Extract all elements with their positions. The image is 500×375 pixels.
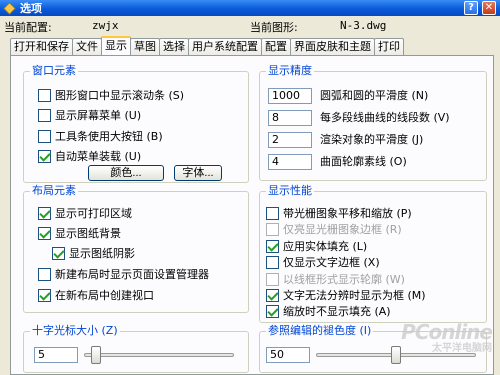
scrollbars-label: 图形窗口中显示滚动条 (S): [55, 89, 185, 102]
profile-row: 当前配置: zwjx 当前图形: N-3.dwg: [0, 19, 500, 34]
current-drawing-value: N-3.dwg: [340, 19, 387, 32]
hide-fill-on-zoom-label: 缩放时不显示填充 (A): [283, 305, 391, 318]
polyline-segments-field[interactable]: 8: [268, 110, 312, 126]
raster-pan-zoom-checkbox[interactable]: [266, 206, 279, 220]
current-profile-value: zwjx: [92, 19, 119, 32]
window-elements-group: 窗口元素 图形窗口中显示滚动条 (S) 显示屏幕菜单 (U) 工具条使用大按钮 …: [23, 64, 249, 183]
printable-area-option[interactable]: 显示可打印区域: [38, 206, 132, 220]
tab-open-save[interactable]: 打开和保存: [10, 38, 73, 55]
silhouette-wireframe-option: 以线框形式显示轮廓 (W): [266, 272, 405, 286]
text-boundary-checkbox[interactable]: [266, 255, 279, 269]
crosshair-size-group: 十字光标大小 (Z) 5: [23, 324, 249, 373]
page-setup-manager-checkbox[interactable]: [38, 267, 51, 281]
title-bar: 选项 ? ✕: [0, 0, 500, 16]
solid-fill-label: 应用实体填充 (L): [283, 240, 368, 253]
scrollbars-checkbox[interactable]: [38, 88, 51, 102]
layout-elements-group: 布局元素 显示可打印区域 显示图纸背景 显示图纸阴影 新建布局时显示页面设置管理…: [23, 184, 249, 313]
contour-lines-label: 曲面轮廓素线 (O): [320, 155, 407, 168]
crosshair-size-field[interactable]: 5: [34, 347, 78, 363]
watermark-site-name: 太平洋电脑网: [432, 343, 492, 354]
colors-button[interactable]: 颜色...: [88, 165, 164, 181]
display-resolution-group: 显示精度 1000 圆弧和圆的平滑度 (N) 8 每多段线曲线的线段数 (V) …: [259, 64, 487, 181]
pconline-watermark: PConline 太平洋电脑网: [401, 320, 493, 354]
raster-frame-only-option: 仅亮显光栅图象边框 (R): [266, 222, 402, 236]
crosshair-size-title: 十字光标大小 (Z): [30, 324, 120, 338]
fonts-button[interactable]: 字体...: [174, 165, 222, 181]
tab-drafting[interactable]: 草图: [130, 38, 160, 55]
arc-smoothness-label: 圆弧和圆的平滑度 (N): [320, 89, 429, 102]
raster-frame-only-checkbox: [266, 222, 279, 236]
tab-display[interactable]: 显示: [101, 36, 131, 55]
xref-fade-field[interactable]: 50: [266, 347, 310, 363]
render-smoothness-field[interactable]: 2: [268, 132, 312, 148]
help-button[interactable]: ?: [464, 1, 478, 15]
current-profile-label: 当前配置:: [4, 21, 52, 34]
solid-fill-option[interactable]: 应用实体填充 (L): [266, 239, 367, 253]
layout-elements-title: 布局元素: [30, 184, 78, 198]
printable-area-label: 显示可打印区域: [55, 207, 132, 220]
text-boundary-option[interactable]: 仅显示文字边框 (X): [266, 255, 380, 269]
contour-lines-field[interactable]: 4: [268, 154, 312, 170]
create-viewport-option[interactable]: 在新布局中创建视口: [38, 288, 154, 302]
window-title: 选项: [20, 2, 42, 15]
window-elements-title: 窗口元素: [30, 64, 78, 78]
close-button[interactable]: ✕: [482, 1, 496, 15]
raster-pan-zoom-label: 带光栅图象平移和缩放 (P): [283, 207, 412, 220]
large-buttons-label: 工具条使用大按钮 (B): [55, 130, 163, 143]
tab-profiles[interactable]: 配置: [261, 38, 291, 55]
hide-fill-on-zoom-option[interactable]: 缩放时不显示填充 (A): [266, 304, 391, 318]
tab-user-preferences[interactable]: 用户系统配置: [188, 38, 262, 55]
xref-fade-title: 参照编辑的褪色度 (I): [266, 324, 374, 338]
display-performance-group: 显示性能 带光栅图象平移和缩放 (P) 仅亮显光栅图象边框 (R) 应用实体填充…: [259, 184, 487, 323]
auto-menu-load-option[interactable]: 自动菜单装载 (U): [38, 149, 141, 163]
polyline-segments-label: 每多段线曲线的线段数 (V): [320, 111, 450, 124]
tab-files[interactable]: 文件: [72, 38, 102, 55]
render-smoothness-label: 渲染对象的平滑度 (J): [320, 133, 424, 146]
page-setup-manager-label: 新建布局时显示页面设置管理器: [55, 268, 209, 281]
page-setup-manager-option[interactable]: 新建布局时显示页面设置管理器: [38, 267, 209, 281]
text-as-box-label: 文字无法分辨时显示为框 (M): [283, 289, 426, 302]
xref-fade-slider-thumb[interactable]: [391, 346, 401, 364]
tab-plot[interactable]: 打印: [374, 38, 404, 55]
paper-background-checkbox[interactable]: [38, 226, 51, 240]
auto-menu-load-checkbox[interactable]: [38, 149, 51, 163]
screen-menu-option[interactable]: 显示屏幕菜单 (U): [38, 108, 141, 122]
paper-background-option[interactable]: 显示图纸背景: [38, 226, 121, 240]
tab-skin-theme[interactable]: 界面皮肤和主题: [290, 38, 375, 55]
text-boundary-label: 仅显示文字边框 (X): [283, 256, 380, 269]
silhouette-wireframe-label: 以线框形式显示轮廓 (W): [283, 273, 405, 286]
raster-frame-only-label: 仅亮显光栅图象边框 (R): [283, 223, 402, 236]
printable-area-checkbox[interactable]: [38, 206, 51, 220]
paper-shadow-label: 显示图纸阴影: [69, 247, 135, 260]
paper-shadow-checkbox[interactable]: [52, 246, 65, 260]
tab-strip: 打开和保存 文件 显示 草图 选择 用户系统配置 配置 界面皮肤和主题 打印: [10, 36, 404, 55]
crosshair-size-slider[interactable]: [84, 353, 234, 357]
screen-menu-label: 显示屏幕菜单 (U): [55, 109, 142, 122]
watermark-logo-text: PConline: [401, 320, 493, 344]
text-as-box-option[interactable]: 文字无法分辨时显示为框 (M): [266, 288, 426, 302]
current-drawing-label: 当前图形:: [250, 21, 298, 34]
crosshair-size-slider-thumb[interactable]: [91, 346, 101, 364]
silhouette-wireframe-checkbox: [266, 272, 279, 286]
paper-background-label: 显示图纸背景: [55, 227, 121, 240]
options-dialog: 选项 ? ✕ 当前配置: zwjx 当前图形: N-3.dwg 打开和保存 文件…: [0, 0, 500, 375]
create-viewport-label: 在新布局中创建视口: [55, 289, 154, 302]
paper-shadow-option[interactable]: 显示图纸阴影: [52, 246, 135, 260]
hide-fill-on-zoom-checkbox[interactable]: [266, 304, 279, 318]
raster-pan-zoom-option[interactable]: 带光栅图象平移和缩放 (P): [266, 206, 412, 220]
arc-smoothness-field[interactable]: 1000: [268, 88, 312, 104]
text-as-box-checkbox[interactable]: [266, 288, 279, 302]
create-viewport-checkbox[interactable]: [38, 288, 51, 302]
tab-selection[interactable]: 选择: [159, 38, 189, 55]
auto-menu-load-label: 自动菜单装载 (U): [55, 150, 142, 163]
screen-menu-checkbox[interactable]: [38, 108, 51, 122]
display-resolution-title: 显示精度: [266, 64, 314, 78]
large-buttons-checkbox[interactable]: [38, 129, 51, 143]
solid-fill-checkbox[interactable]: [266, 239, 279, 253]
app-icon: [3, 1, 16, 15]
large-buttons-option[interactable]: 工具条使用大按钮 (B): [38, 129, 163, 143]
scrollbars-option[interactable]: 图形窗口中显示滚动条 (S): [38, 88, 184, 102]
display-performance-title: 显示性能: [266, 184, 314, 198]
